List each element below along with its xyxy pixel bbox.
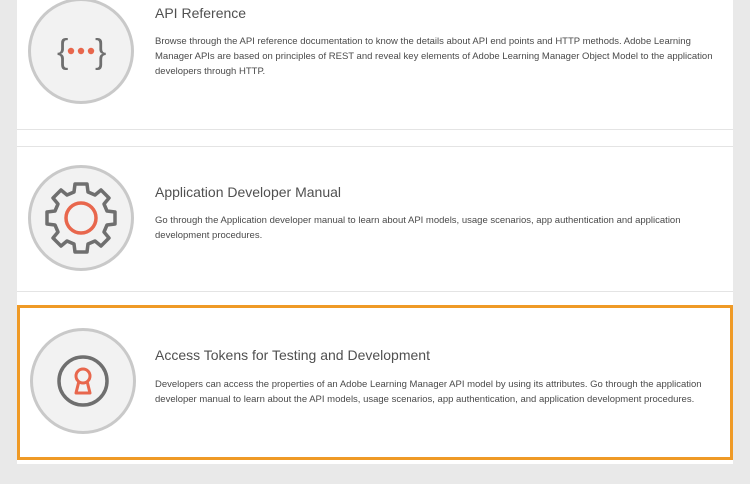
keyhole-icon [57, 355, 109, 407]
gear-icon [45, 182, 117, 254]
card-title[interactable]: Application Developer Manual [155, 184, 341, 200]
braces-dots-icon: { } [57, 33, 106, 71]
card-title[interactable]: Access Tokens for Testing and Developmen… [155, 347, 430, 363]
card-description: Browse through the API reference documen… [155, 36, 713, 77]
card-application-developer-manual[interactable]: Application Developer Manual Go through … [17, 146, 733, 292]
card-access-tokens[interactable]: Access Tokens for Testing and Developmen… [17, 305, 733, 460]
card-title[interactable]: API Reference [155, 5, 246, 21]
svg-text:{: { [57, 33, 68, 71]
card-description: Go through the Application developer man… [155, 215, 681, 241]
card-description: Developers can access the properties of … [155, 379, 702, 405]
access-tokens-icon-badge [30, 328, 136, 434]
api-reference-icon-badge: { } [28, 0, 134, 104]
card-api-reference[interactable]: { } API Reference Browse through the API… [17, 0, 733, 130]
developer-manual-icon-badge [28, 165, 134, 271]
svg-text:}: } [95, 33, 106, 71]
